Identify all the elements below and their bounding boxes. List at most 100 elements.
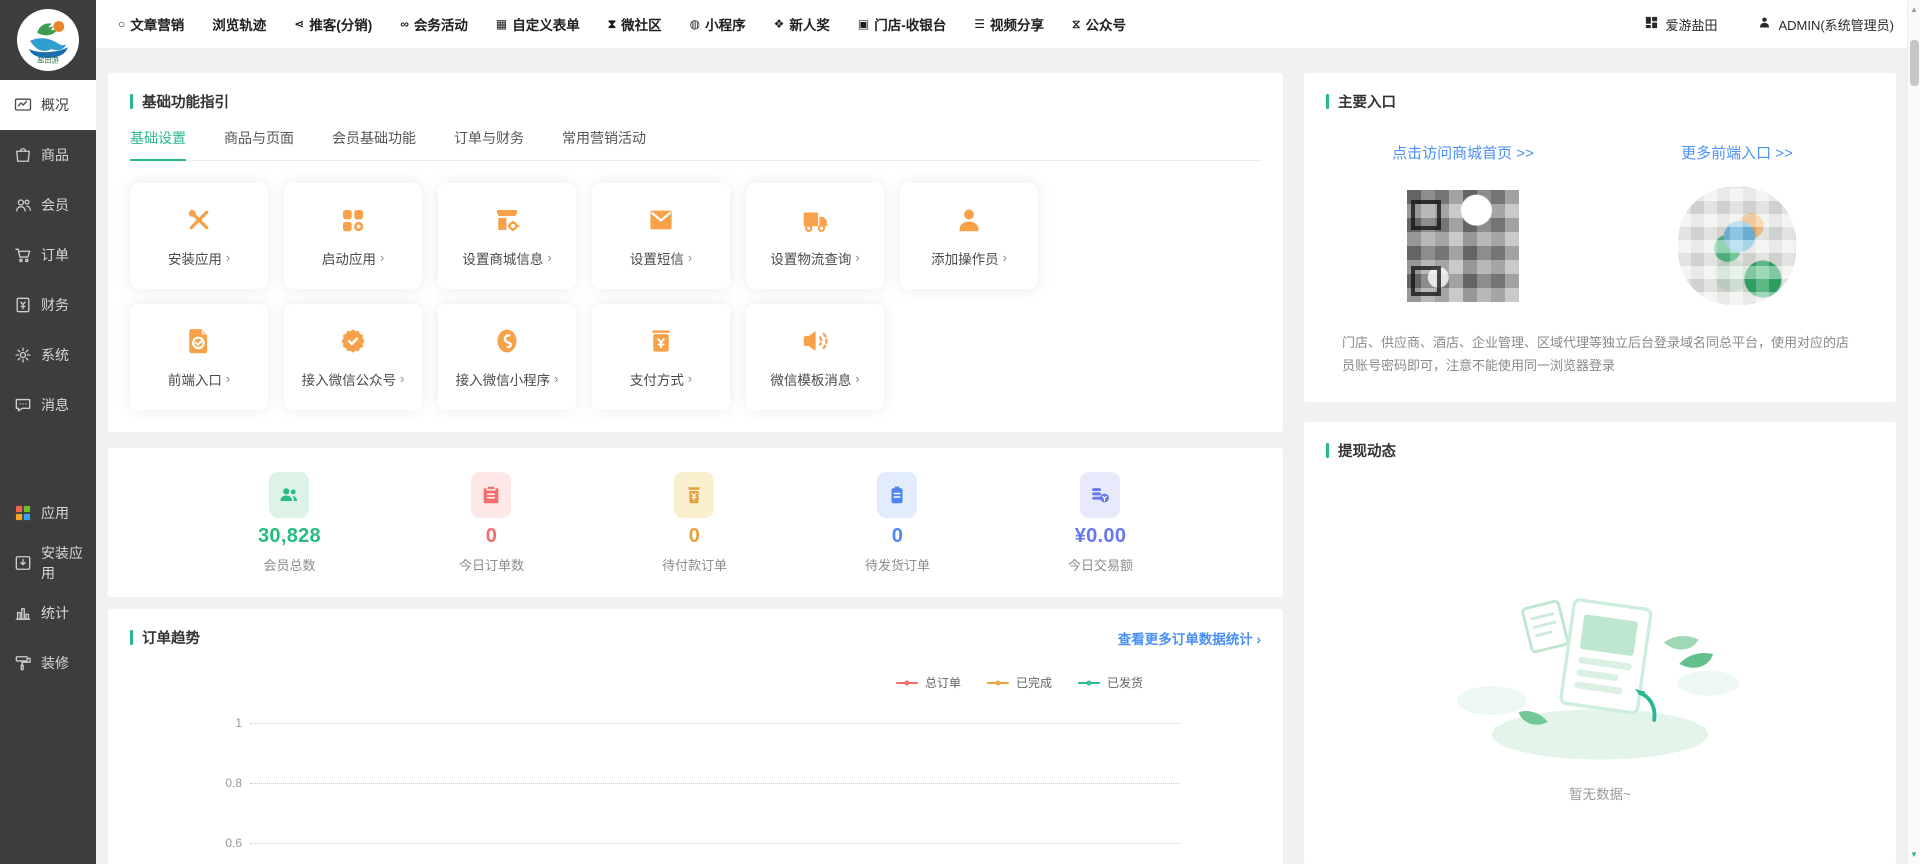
tile-text: 设置商城信息 <box>462 248 543 268</box>
chart-legend: 总订单 已完成 已发货 <box>130 674 1143 691</box>
topnav-item-9[interactable]: ▣门店-收银台 <box>858 14 946 34</box>
topnav-item-2[interactable]: 浏览轨迹 <box>212 14 266 34</box>
topnav-label: 推客(分销) <box>309 14 372 34</box>
stat-今日订单数: 0今日订单数 <box>459 472 524 574</box>
stat-value: 0 <box>486 525 497 548</box>
sidebar-item-消息[interactable]: 消息 <box>0 380 96 430</box>
empty-state-illustration <box>1326 557 1874 761</box>
topnav-item-4[interactable]: ∞会务活动 <box>400 14 468 34</box>
stat-value: 0 <box>892 525 903 548</box>
stat-value: 30,828 <box>258 525 321 548</box>
member-icon <box>13 195 33 215</box>
topnav-item-8[interactable]: ❖新人奖 <box>774 14 830 34</box>
tile-text: 接入微信小程序 <box>456 369 551 389</box>
scroll-up-arrow-icon[interactable]: ▲ <box>1910 0 1918 14</box>
stats-icon <box>13 603 33 623</box>
legend-marker <box>1078 682 1100 684</box>
sidebar-item-应用[interactable]: 应用 <box>0 488 96 538</box>
topnav-item-7[interactable]: ◍小程序 <box>690 14 746 34</box>
scroll-down-arrow-icon[interactable]: ▼ <box>1910 850 1918 864</box>
legend-marker <box>987 682 1009 684</box>
entry-note-text: 门店、供应商、酒店、企业管理、区域代理等独立后台登录域名同总平台，使用对应的店员… <box>1326 331 1874 378</box>
topnav-item-10[interactable]: ☰视频分享 <box>974 14 1044 34</box>
chevron-right-icon: › <box>855 250 859 265</box>
guide-tab-3[interactable]: 会员基础功能 <box>332 128 416 160</box>
guide-tile-7[interactable]: 前端入口› <box>130 304 268 410</box>
chevron-right-icon: › <box>226 250 230 265</box>
guide-tab-5[interactable]: 常用营销活动 <box>562 128 646 160</box>
main-entry-header: 主要入口 <box>1326 91 1874 112</box>
order-trend-header: 订单趋势 查看更多订单数据统计 › <box>130 627 1261 648</box>
chevron-right-icon: › <box>554 371 558 386</box>
topnav-item-1[interactable]: ○文章营销 <box>118 14 184 34</box>
topnav-item-5[interactable]: ▦自定义表单 <box>496 14 580 34</box>
more-frontend-entries-link[interactable]: 更多前端入口 >> <box>1681 142 1793 163</box>
sidebar-item-系统[interactable]: 系统 <box>0 330 96 380</box>
stats-card: 30,828会员总数0今日订单数0待付款订单0待发货订单¥0.00今日交易额 <box>108 448 1283 597</box>
legend-item-已完成[interactable]: 已完成 <box>987 674 1052 691</box>
guide-tile-2[interactable]: 启动应用› <box>284 183 422 289</box>
guide-card: 基础功能指引 基础设置商品与页面会员基础功能订单与财务常用营销活动 安装应用›启… <box>108 73 1283 432</box>
topbar-right: 爱游盐田 ADMIN(系统管理员) <box>1644 15 1894 34</box>
admin-menu[interactable]: ADMIN(系统管理员) <box>1757 15 1894 34</box>
sidebar-item-装修[interactable]: 装修 <box>0 638 96 688</box>
sidebar-item-会员[interactable]: 会员 <box>0 180 96 230</box>
visit-mall-home-link[interactable]: 点击访问商城首页 >> <box>1392 142 1534 163</box>
guide-tile-11[interactable]: 微信模板消息› <box>746 304 884 410</box>
mall-qr-code-image <box>1407 190 1519 302</box>
guide-tile-9[interactable]: 接入微信小程序› <box>438 304 576 410</box>
guide-tile-4[interactable]: 设置短信› <box>592 183 730 289</box>
topnav-item-11[interactable]: ⧖公众号 <box>1072 14 1126 34</box>
guide-tab-2[interactable]: 商品与页面 <box>224 128 294 160</box>
order-trend-title: 订单趋势 <box>142 627 200 648</box>
guide-tab-1[interactable]: 基础设置 <box>130 128 186 160</box>
left-column: 基础功能指引 基础设置商品与页面会员基础功能订单与财务常用营销活动 安装应用›启… <box>108 73 1283 864</box>
qr-cell <box>1600 187 1874 305</box>
order-trend-title-row: 订单趋势 <box>130 627 200 648</box>
sidebar-main-menu: 概况商品会员订单财务系统消息 <box>0 80 96 430</box>
tile-text: 启动应用 <box>322 248 376 268</box>
sidebar-item-订单[interactable]: 订单 <box>0 230 96 280</box>
chart-gridline: 0.6 <box>250 843 1180 844</box>
guide-tab-4[interactable]: 订单与财务 <box>454 128 524 160</box>
guide-tile-8[interactable]: 接入微信公众号› <box>284 304 422 410</box>
topnav-item-3[interactable]: ⋖推客(分销) <box>294 14 372 34</box>
stat-label: 今日交易额 <box>1068 555 1133 574</box>
title-accent-bar <box>130 94 133 109</box>
scrollbar-thumb[interactable] <box>1910 40 1919 86</box>
person-icon <box>954 205 984 235</box>
right-column: 主要入口 点击访问商城首页 >> 更多前端入口 >> <box>1304 73 1896 864</box>
guide-tile-6[interactable]: 添加操作员 › <box>900 183 1038 289</box>
guide-tile-label: 接入微信小程序› <box>456 369 559 389</box>
tile-text: 添加操作员 <box>931 248 999 268</box>
legend-label: 总订单 <box>925 674 961 691</box>
brand-logo[interactable]: 盐田游 <box>0 0 96 80</box>
page-scrollbar[interactable]: ▲ ▼ <box>1907 0 1920 864</box>
guide-tile-10[interactable]: 支付方式› <box>592 304 730 410</box>
miniapp-icon: ◍ <box>690 18 700 30</box>
message-icon <box>13 395 33 415</box>
guide-tile-1[interactable]: 安装应用› <box>130 183 268 289</box>
workspace-switcher[interactable]: 爱游盐田 <box>1644 15 1717 34</box>
legend-item-总订单[interactable]: 总订单 <box>896 674 961 691</box>
sidebar-item-统计[interactable]: 统计 <box>0 588 96 638</box>
sidebar-bottom-menu: 应用安装应用统计装修 <box>0 488 96 688</box>
goods-icon <box>13 145 33 165</box>
sidebar-item-概况[interactable]: 概况 <box>0 80 96 130</box>
more-order-stats-link[interactable]: 查看更多订单数据统计 › <box>1118 628 1261 648</box>
sidebar-item-财务[interactable]: 财务 <box>0 280 96 330</box>
chevron-right-icon: › <box>688 250 692 265</box>
chevron-right-icon: › <box>1003 250 1007 265</box>
stat-value: ¥0.00 <box>1075 525 1127 548</box>
app-root: 盐田游 概况商品会员订单财务系统消息 应用安装应用统计装修 ○文章营销 浏览轨迹 ⋖… <box>0 0 1920 864</box>
legend-item-已发货[interactable]: 已发货 <box>1078 674 1143 691</box>
guide-tile-grid: 安装应用›启动应用›设置商城信息›设置短信›设置物流查询›添加操作员›前端入口›… <box>130 183 1261 410</box>
tile-text: 接入微信公众号 <box>302 369 397 389</box>
topnav-item-6[interactable]: ⧗微社区 <box>608 14 662 34</box>
apps-grid-icon <box>338 205 368 235</box>
sidebar-item-安装应用[interactable]: 安装应用 <box>0 538 96 588</box>
guide-tile-5[interactable]: 设置物流查询› <box>746 183 884 289</box>
sidebar-item-商品[interactable]: 商品 <box>0 130 96 180</box>
guide-tile-3[interactable]: 设置商城信息› <box>438 183 576 289</box>
guide-card-header: 基础功能指引 <box>130 91 1261 112</box>
